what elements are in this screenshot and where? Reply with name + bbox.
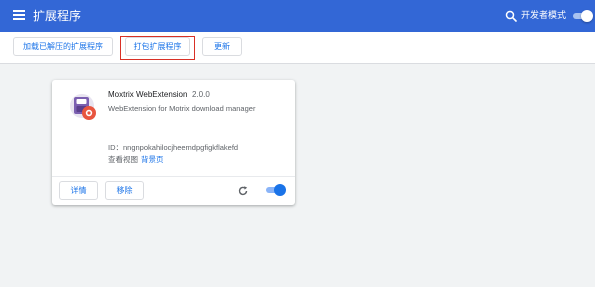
extension-description: WebExtension for Motrix download manager [108,104,256,113]
background-page-link[interactable]: 背景页 [141,155,164,164]
extension-id: ID：nngnpokahilocjheemdpgfigkflakefd [108,143,239,152]
app-header: 扩展程序 开发者模式 [0,0,595,32]
toggle-knob [274,184,286,196]
toolbar: 加载已解压的扩展程序 打包扩展程序 更新 [0,32,595,64]
pack-extension-button[interactable]: 打包扩展程序 [125,37,190,56]
developer-mode-toggle[interactable] [571,10,593,22]
extension-version: 2.0.0 [192,90,210,99]
search-icon[interactable] [505,9,517,22]
inspect-views-label: 查看视图 [108,155,138,164]
update-button[interactable]: 更新 [202,37,242,56]
remove-button[interactable]: 移除 [105,181,144,200]
extension-enable-toggle[interactable] [264,184,286,196]
details-button[interactable]: 详情 [59,181,98,200]
developer-mode-label: 开发者模式 [521,10,567,20]
load-unpacked-button[interactable]: 加载已解压的扩展程序 [13,37,113,56]
hamburger-menu-icon[interactable] [13,10,25,20]
page-title: 扩展程序 [33,9,82,23]
extension-icon [68,92,100,124]
reload-icon[interactable] [237,184,249,196]
extension-card: Moxtrix WebExtension 2.0.0 WebExtension … [52,80,295,205]
extension-name: Moxtrix WebExtension [108,90,188,99]
inspect-views: 查看视图 背景页 [108,155,164,165]
toggle-knob [581,10,593,22]
card-divider [52,176,295,177]
